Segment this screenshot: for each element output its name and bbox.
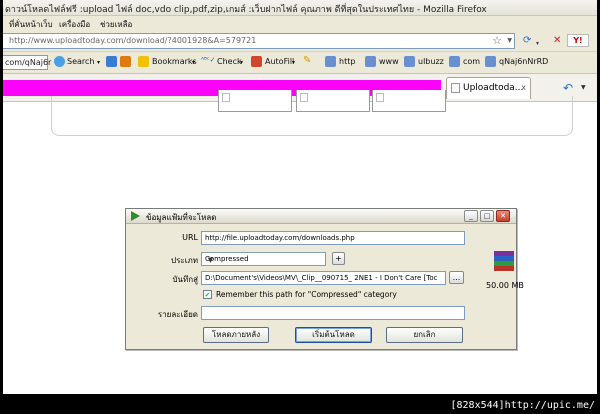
start-download-button[interactable]: เริ่มต้นโหลด: [295, 327, 372, 343]
spellcheck-icon: ᴬᴮᶜ✓: [201, 56, 216, 64]
play-icon: [131, 211, 140, 221]
toolbar-bookmarks[interactable]: Bookmarks: [152, 57, 197, 66]
tab-close-icon[interactable]: x: [521, 83, 526, 92]
check-dropdown-icon[interactable]: ▾: [240, 59, 243, 66]
toolbar-search-value: com/qNaj6r: [5, 58, 52, 67]
watermark: [828x544]http://upic.me/: [450, 400, 596, 411]
reload-dropdown-icon[interactable]: ▾: [536, 38, 539, 50]
download-later-button[interactable]: โหลดภายหลัง: [203, 327, 269, 343]
image-placeholder-icon: [300, 93, 308, 102]
stop-icon[interactable]: ✕: [553, 35, 561, 47]
thumbnail-2[interactable]: [296, 90, 370, 112]
save-path-value: D:\Document's\Videos\MV\_Clip__090715_ 2…: [205, 274, 438, 282]
bookmark-star-icon[interactable]: ☆: [492, 34, 502, 47]
toolbar-link-qnaj[interactable]: qNaj6nNrRD: [499, 57, 548, 66]
link-com-icon: [449, 56, 460, 67]
bookmarks-toolbar: com/qNaj6r Search ▾ Bookmarks ▾ ᴬᴮᶜ✓ Che…: [3, 52, 597, 74]
download-dialog: ข้อมูลแฟ้มที่จะโหลด _ □ ✕ URL http://fil…: [125, 208, 524, 350]
url-dropdown-icon[interactable]: ▼: [507, 37, 512, 44]
toolbar-autofill[interactable]: AutoFill: [265, 57, 294, 66]
dialog-title-bar[interactable]: ข้อมูลแฟ้มที่จะโหลด _ □ ✕: [126, 209, 516, 224]
history-dropdown-icon[interactable]: ▼: [581, 84, 586, 91]
save-as-label: บันทึกสู่: [172, 275, 198, 284]
screen: ดาวน์โหลดไฟล์ฟรี :upload ไฟล์ doc,vdo cl…: [3, 0, 597, 394]
window-title-bar: ดาวน์โหลดไฟล์ฟรี :upload ไฟล์ doc,vdo cl…: [3, 0, 597, 16]
remember-path-checkbox[interactable]: ✔: [203, 290, 212, 299]
image-placeholder-icon: [376, 93, 384, 102]
page-card: [51, 90, 573, 136]
link-http-icon: [325, 56, 336, 67]
cancel-button[interactable]: ยกเลิก: [386, 327, 463, 343]
dialog-title: ข้อมูลแฟ้มที่จะโหลด: [146, 213, 217, 222]
remember-path-label: Remember this path for "Compressed" cate…: [216, 290, 397, 299]
bookmarks-dropdown-icon[interactable]: ▾: [192, 59, 195, 66]
link-qnaj-icon: [485, 56, 496, 67]
search-dropdown-icon[interactable]: ▾: [97, 59, 100, 66]
browse-button[interactable]: ...: [449, 271, 464, 284]
toolbar-link-http[interactable]: http: [339, 57, 355, 66]
navigation-bar: http://www.uploadtoday.com/download/?400…: [3, 30, 597, 52]
toolbar-search-field[interactable]: com/qNaj6r: [3, 55, 52, 70]
file-size: 50.00 MB: [486, 281, 524, 290]
url-field-value: http://file.uploadtoday.com/downloads.ph…: [205, 234, 355, 242]
save-path-field[interactable]: D:\Document's\Videos\MV\_Clip__090715_ 2…: [201, 271, 446, 285]
toolbar-app-icon[interactable]: [106, 56, 117, 67]
url-field[interactable]: http://file.uploadtoday.com/downloads.ph…: [201, 231, 465, 245]
bookmarks-star-icon: [138, 56, 149, 67]
url-bar[interactable]: http://www.uploadtoday.com/download/?400…: [3, 33, 515, 49]
category-label: ประเภท: [171, 256, 198, 265]
thumbnail-1[interactable]: [218, 90, 292, 112]
thumbnail-3[interactable]: [372, 90, 446, 112]
back-arrow-icon[interactable]: ↶: [563, 81, 573, 95]
menu-bar: ที่คั่นหน้าเว็บ เครื่องมือ ช่วยเหลือ: [3, 16, 597, 30]
reload-icon[interactable]: ⟳: [523, 35, 531, 47]
add-category-button[interactable]: +: [332, 252, 345, 265]
toolbar-search-button[interactable]: Search: [67, 57, 94, 66]
toolbar-link-com[interactable]: com: [463, 57, 480, 66]
link-ulbuzz-icon: [404, 56, 415, 67]
autofill-icon: [251, 56, 262, 67]
tab-label: Uploadtoda...: [463, 83, 524, 93]
yahoo-search-icon[interactable]: Y!: [567, 34, 589, 47]
highlighter-icon[interactable]: ✎: [303, 55, 311, 66]
toolbar-pagerank-icon[interactable]: [120, 56, 131, 67]
toolbar-link-ulbuzz[interactable]: ulbuzz: [418, 57, 444, 66]
page-favicon-icon: [451, 83, 460, 93]
close-icon[interactable]: ✕: [496, 210, 510, 222]
maximize-icon[interactable]: □: [480, 210, 494, 222]
toolbar-link-www[interactable]: www: [379, 57, 399, 66]
link-www-icon: [365, 56, 376, 67]
image-placeholder-icon: [222, 93, 230, 102]
window-title: ดาวน์โหลดไฟล์ฟรี :upload ไฟล์ doc,vdo cl…: [5, 5, 487, 15]
category-select[interactable]: Compressed ▼: [201, 252, 326, 266]
toolbar-check[interactable]: Check: [217, 57, 242, 66]
category-dropdown-icon[interactable]: ▼: [205, 255, 216, 265]
description-field[interactable]: [201, 306, 465, 320]
url-label: URL: [182, 233, 198, 242]
description-label: รายละเอียด: [157, 310, 198, 319]
google-icon: [54, 56, 65, 67]
archive-file-icon: [494, 251, 514, 271]
url-text: http://www.uploadtoday.com/download/?400…: [9, 36, 257, 45]
minimize-icon[interactable]: _: [464, 210, 478, 222]
autofill-dropdown-icon[interactable]: ▾: [292, 59, 295, 66]
